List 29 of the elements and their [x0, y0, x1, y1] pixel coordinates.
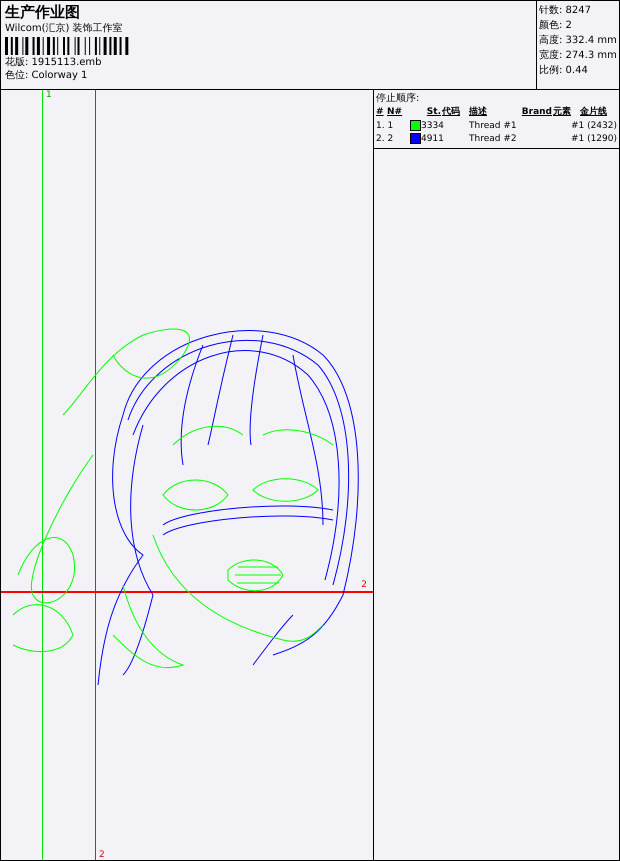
stat-text: 针数: 8247: [539, 4, 592, 18]
table-cell-text: 2. 2: [376, 134, 394, 144]
column-header: N#: [387, 106, 404, 116]
table-cell-text: #1 (1290): [570, 134, 617, 144]
stat-text: 宽度: 274.3 mm: [539, 48, 617, 63]
table-cell-text: Thread #1: [469, 120, 518, 130]
column-header: 描述: [469, 105, 488, 118]
design-info: 花版: 1915113.emb: [5, 57, 103, 69]
guide-label: 2: [99, 850, 105, 860]
table-cell-text: 4911: [421, 134, 445, 144]
column-header: St.: [426, 106, 441, 116]
table-cell-text: 1. 1: [376, 120, 394, 130]
guide-label: 2: [361, 580, 367, 590]
page-title: 生产作业图: [5, 3, 81, 21]
column-header: #: [376, 106, 385, 116]
column-header: 金片线: [580, 105, 608, 118]
guide-label: 1: [46, 90, 52, 100]
table-cell-text: #1 (2432): [570, 120, 617, 130]
stat-text: 比例: 0.44: [539, 64, 589, 78]
column-header: 代码: [442, 106, 461, 118]
stat-text: 高度: 332.4 mm: [539, 34, 617, 48]
table-title: 停止顺序:: [376, 92, 420, 105]
table-cell-text: 3334: [421, 120, 445, 130]
column-header: Brand: [520, 106, 552, 116]
design-info: 色位: Colorway 1: [5, 70, 88, 82]
company-name: Wilcom(汇京) 装饰工作室: [5, 22, 124, 35]
stat-text: 颜色: 2: [539, 18, 573, 33]
column-header: 元素: [553, 105, 572, 118]
table-cell-text: Thread #2: [469, 134, 518, 144]
